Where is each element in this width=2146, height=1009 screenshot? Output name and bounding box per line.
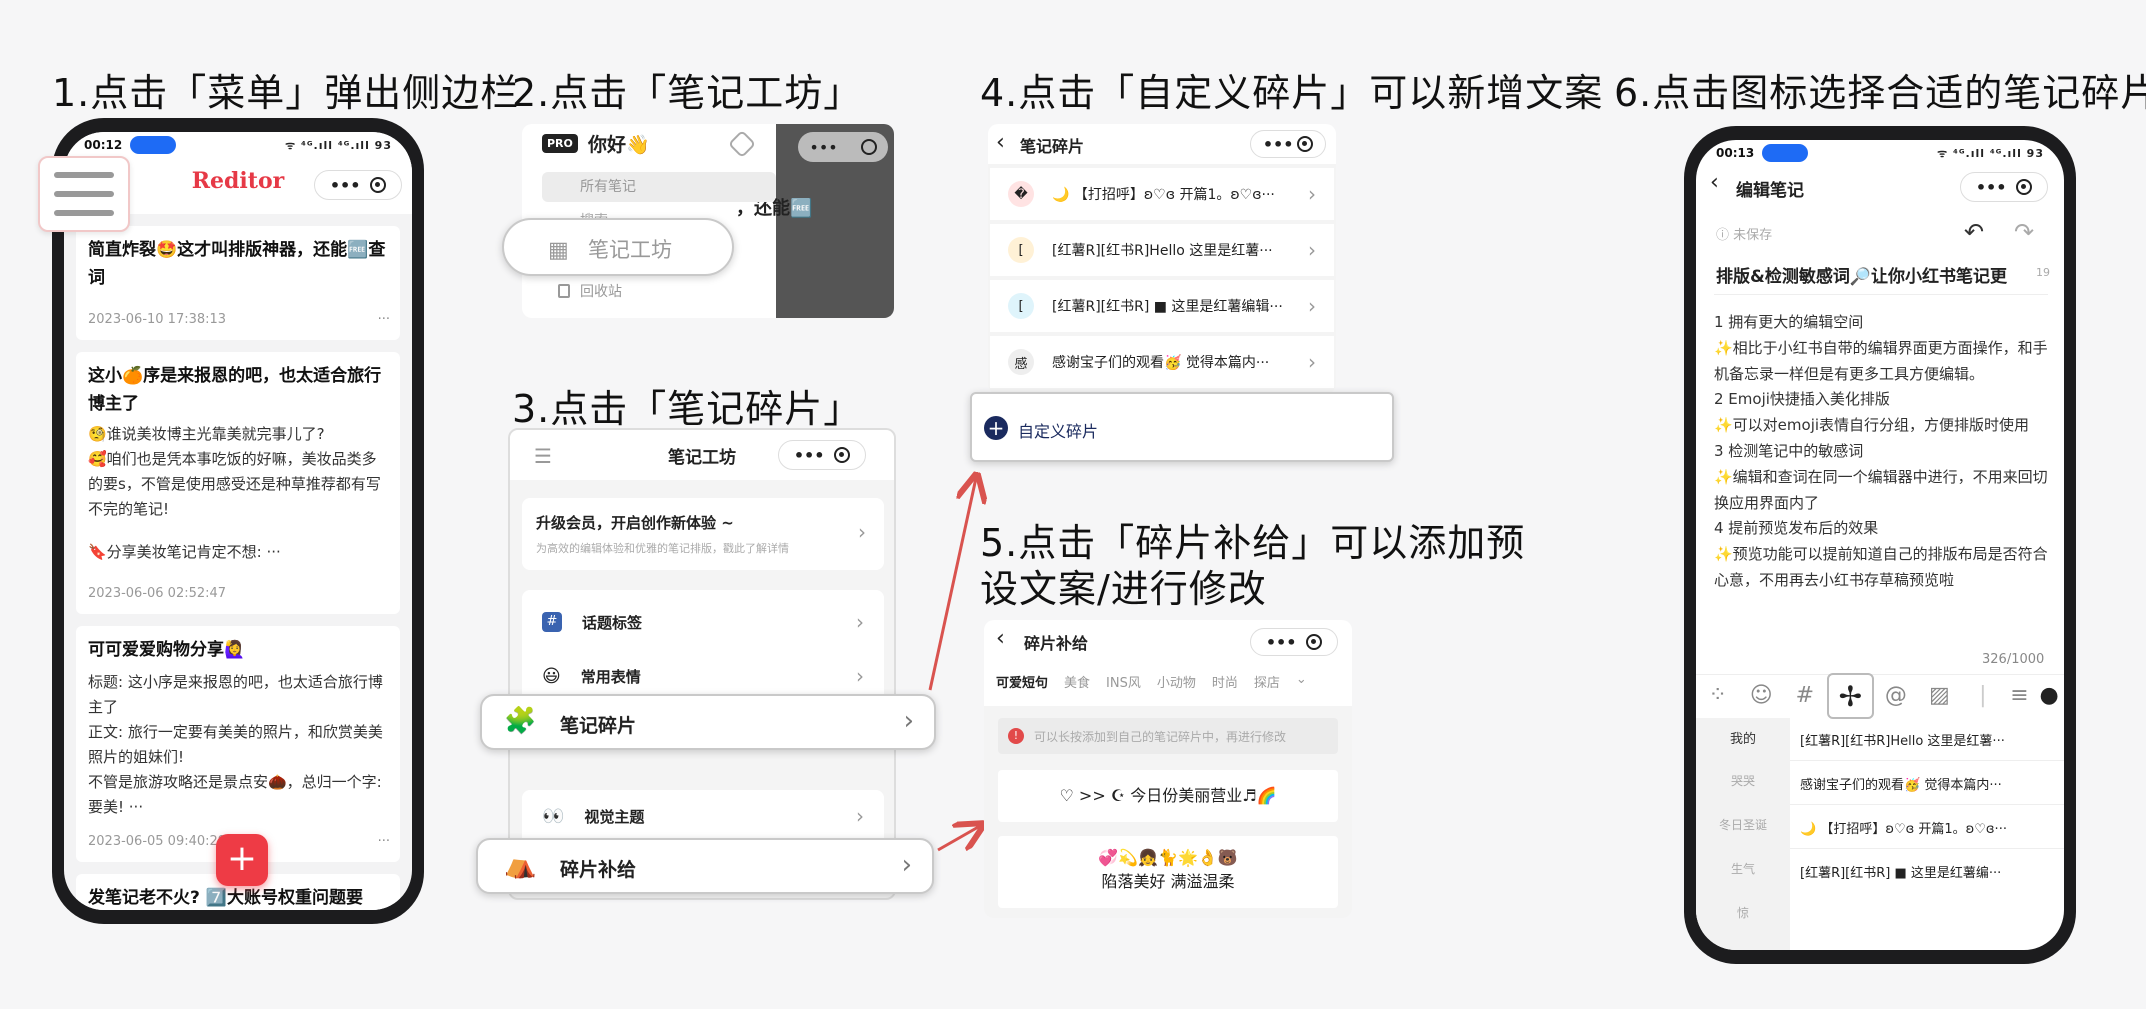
redo-icon[interactable]: ↷ bbox=[2014, 218, 2034, 246]
status-time: 00:13 bbox=[1716, 146, 1755, 160]
close-target-icon[interactable] bbox=[2016, 179, 2033, 195]
image-icon[interactable]: ▨ bbox=[1918, 683, 1962, 708]
note-line: 4 提前预览发布后的效果 bbox=[1714, 519, 1879, 538]
char-count: 326/1000 bbox=[1982, 652, 2045, 667]
tip-text: 可以长按添加到自己的笔记碎片中，再进行修改 bbox=[1034, 730, 1287, 744]
close-target-icon[interactable] bbox=[1306, 634, 1323, 650]
custom-snippet-button[interactable]: + 自定义碎片 bbox=[970, 392, 1394, 462]
phone-mockup-6: 00:13 ᯤ ⁴ᴳ.ıll ⁴ᴳ.ıll 93 ‹ 编辑笔记 ••• ⓘ 未保存… bbox=[1684, 126, 2076, 964]
supply-card-text: 💞💫👧🐈🌟👌🐻 bbox=[1098, 848, 1238, 867]
supply-card[interactable]: ♡ >> ☪ 今日份美丽营业♬🌈 bbox=[998, 770, 1338, 822]
chevron-right-icon: › bbox=[1308, 350, 1316, 374]
chat-icon[interactable]: ● bbox=[2034, 683, 2064, 708]
snippet-category-list: 我的 哭哭 冬日圣诞 生气 惊 bbox=[1696, 718, 1790, 950]
category-tabs: 可爱短句 美食 INS风 小动物 时尚 探店 ⌄ bbox=[996, 672, 1307, 691]
unsaved-label: 未保存 bbox=[1733, 228, 1773, 243]
category-item[interactable]: 生气 bbox=[1696, 860, 1790, 877]
back-icon[interactable]: ‹ bbox=[1710, 170, 1719, 195]
unsaved-status: ⓘ 未保存 bbox=[1716, 228, 1773, 243]
miniapp-capsule[interactable]: ••• bbox=[1960, 172, 2048, 202]
status-icons: ᯤ ⁴ᴳ.ıll ⁴ᴳ.ıll 93 bbox=[1937, 146, 2044, 160]
note-line: 1 拥有更大的编辑空间 bbox=[1714, 313, 1864, 331]
category-item[interactable]: 惊 bbox=[1696, 904, 1790, 921]
tab-fashion[interactable]: 时尚 bbox=[1212, 672, 1238, 691]
arrow-to-snippet-supply bbox=[937, 826, 980, 852]
snippet-list-item[interactable]: 🌙 【打招呼】ʚ♡ɞ 开篇1。ʚ♡ɞ··· bbox=[1800, 818, 2050, 837]
back-icon[interactable]: ‹ bbox=[996, 626, 1005, 651]
note-line: 3 检测笔记中的敏感词 bbox=[1714, 441, 1864, 460]
tab-animals[interactable]: 小动物 bbox=[1157, 672, 1196, 691]
title-count: 19 bbox=[2036, 266, 2050, 279]
snippet-icon: 感 bbox=[1008, 349, 1034, 375]
chevron-right-icon: › bbox=[1308, 294, 1316, 318]
snippet-row[interactable]: � 🌙 【打招呼】ʚ♡ɞ 开篇1。ʚ♡ɞ··· › bbox=[990, 168, 1334, 220]
chevron-right-icon: › bbox=[1308, 182, 1316, 206]
editor-title: 编辑笔记 bbox=[1736, 181, 1804, 201]
puzzle-icon[interactable]: ✢ bbox=[1826, 672, 1875, 719]
snippet-icon: � bbox=[1008, 181, 1034, 207]
snippet-icon: [ bbox=[1008, 293, 1034, 319]
tip-bar: ! 可以长按添加到自己的笔记碎片中，再进行修改 bbox=[998, 718, 1338, 754]
note-line: ✨预览功能可以提前知道自己的排版布局是否符合心意，不用再去小红书存草稿预览啦 bbox=[1714, 545, 2048, 589]
snippet-row[interactable]: [ [红薯R][红书R] ■ 这里是红薯编辑··· › bbox=[990, 280, 1334, 332]
snippet-text: [红薯R][红书R]Hello 这里是红薯··· bbox=[1052, 243, 1273, 259]
undo-icon[interactable]: ↶ bbox=[1964, 218, 1984, 246]
snippet-icon: [ bbox=[1008, 237, 1034, 263]
snippet-text: 感谢宝子们的观看🥳 觉得本篇内··· bbox=[1052, 355, 1270, 371]
arrow-to-custom-snippet bbox=[928, 478, 976, 691]
more-icon[interactable]: ••• bbox=[1976, 178, 2007, 197]
supply-card-text: 陷落美好 满溢温柔 bbox=[1101, 872, 1235, 891]
status-capsule bbox=[1762, 144, 1809, 162]
info-icon: ! bbox=[1008, 728, 1024, 744]
tab-food[interactable]: 美食 bbox=[1064, 672, 1090, 691]
category-item[interactable]: 冬日圣诞 bbox=[1696, 816, 1790, 833]
note-title-input[interactable]: 排版&检测敏感词🔎让你小红书笔记更 bbox=[1716, 262, 2034, 287]
snippet-list-item[interactable]: [红薯R][红书R]Hello 这里是红薯··· bbox=[1800, 730, 2050, 749]
category-item[interactable]: 哭哭 bbox=[1696, 772, 1790, 789]
tab-cute[interactable]: 可爱短句 bbox=[996, 672, 1048, 691]
list-icon[interactable]: ≡ bbox=[2005, 683, 2035, 708]
snippet-list-item[interactable]: 感谢宝子们的观看🥳 觉得本篇内··· bbox=[1800, 774, 2050, 793]
status-bar: 00:13 ᯤ ⁴ᴳ.ıll ⁴ᴳ.ıll 93 bbox=[1696, 140, 2064, 166]
back-icon[interactable]: ‹ bbox=[996, 130, 1005, 155]
more-icon[interactable]: ••• bbox=[1266, 633, 1297, 652]
emoji-icon[interactable]: ☺ bbox=[1740, 683, 1784, 708]
supply-title: 碎片补给 bbox=[1024, 634, 1089, 653]
miniapp-capsule[interactable]: ••• bbox=[1250, 130, 1326, 158]
plus-circle-icon: + bbox=[984, 416, 1008, 440]
snippets-header: ‹ 笔记碎片 ••• bbox=[988, 124, 1336, 164]
note-body-editor[interactable]: 1 拥有更大的编辑空间 ✨相比于小红书自带的编辑界面更方面操作，和手机备忘录一样… bbox=[1714, 310, 2054, 594]
chevron-right-icon: › bbox=[1308, 238, 1316, 262]
snippet-text: [红薯R][红书R] ■ 这里是红薯编辑··· bbox=[1052, 299, 1283, 315]
phone-screen-6: 00:13 ᯤ ⁴ᴳ.ıll ⁴ᴳ.ıll 93 ‹ 编辑笔记 ••• ⓘ 未保存… bbox=[1696, 140, 2064, 950]
at-icon[interactable]: @ bbox=[1874, 683, 1918, 708]
hashtag-icon[interactable]: # bbox=[1783, 683, 1827, 708]
miniapp-capsule[interactable]: ••• bbox=[1250, 628, 1338, 656]
supply-card-text: ♡ >> ☪ 今日份美丽营业♬🌈 bbox=[1059, 786, 1277, 805]
chevron-down-icon[interactable]: ⌄ bbox=[1296, 672, 1307, 691]
editor-toolbar: ⁘ ☺ # ✢ @ ▨ | ≡ ● bbox=[1696, 672, 2064, 719]
category-item[interactable]: 我的 bbox=[1696, 728, 1790, 747]
note-line: ✨编辑和查词在同一个编辑器中进行，不用来回切换应用界面内了 bbox=[1714, 467, 2048, 512]
tab-shop[interactable]: 探店 bbox=[1254, 672, 1280, 691]
custom-snippet-label: 自定义碎片 bbox=[1018, 422, 1099, 441]
supply-header: ‹ 碎片补给 ••• 可爱短句 美食 INS风 小动物 时尚 探店 ⌄ bbox=[984, 620, 1352, 706]
note-line: 2 Emoji快捷插入美化排版 bbox=[1714, 390, 1890, 409]
snippets-title: 笔记碎片 bbox=[1020, 137, 1085, 156]
snippet-row[interactable]: [ [红薯R][红书R]Hello 这里是红薯··· › bbox=[990, 224, 1334, 276]
supply-card[interactable]: 💞💫👧🐈🌟👌🐻 陷落美好 满溢温柔 bbox=[998, 836, 1338, 908]
grid-icon[interactable]: ⁘ bbox=[1696, 683, 1740, 708]
snippet-text: 🌙 【打招呼】ʚ♡ɞ 开篇1。ʚ♡ɞ··· bbox=[1052, 187, 1275, 203]
snippet-list-item[interactable]: [红薯R][红书R] ■ 这里是红薯编··· bbox=[1800, 862, 2050, 881]
tab-ins[interactable]: INS风 bbox=[1106, 672, 1141, 691]
supply-panel: ‹ 碎片补给 ••• 可爱短句 美食 INS风 小动物 时尚 探店 ⌄ ! 可以… bbox=[984, 620, 1352, 918]
close-target-icon[interactable] bbox=[1297, 136, 1314, 152]
more-icon[interactable]: ••• bbox=[1263, 135, 1294, 154]
snippet-row[interactable]: 感 感谢宝子们的观看🥳 觉得本篇内··· › bbox=[990, 336, 1334, 388]
note-line: ✨可以对emoji表情自行分组，方便排版时使用 bbox=[1714, 416, 2030, 435]
note-line: ✨相比于小红书自带的编辑界面更方面操作，和手机备忘录一样但是有更多工具方便编辑。 bbox=[1714, 338, 2048, 383]
